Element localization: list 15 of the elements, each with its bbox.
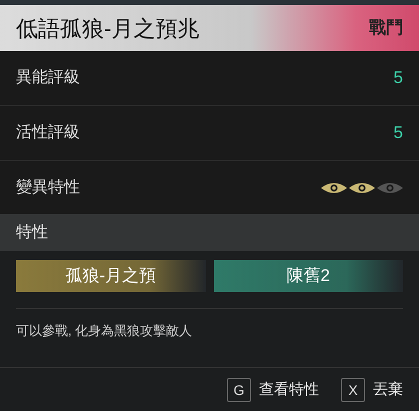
action-button[interactable]: 查看特性	[259, 378, 319, 402]
trait-chip[interactable]: 陳舊2	[214, 260, 403, 292]
description-text: 可以參戰, 化身為黑狼攻擊敵人	[16, 323, 192, 338]
stat-label: 異能評級	[16, 68, 80, 88]
stat-label: 活性評級	[16, 122, 80, 143]
stat-value: 5	[394, 67, 403, 90]
section-title: 特性	[16, 222, 48, 242]
stat-value: 5	[394, 122, 403, 144]
trait-chip[interactable]: 孤狼-月之預	[16, 260, 206, 292]
key-hint: X	[341, 378, 365, 402]
key-hint: G	[227, 378, 251, 402]
category-label: 戰鬥	[369, 17, 403, 40]
stat-label: 變異特性	[16, 178, 80, 198]
item-title: 低語孤狼-月之預兆	[16, 14, 200, 42]
action-button[interactable]: 丟棄	[373, 378, 403, 402]
